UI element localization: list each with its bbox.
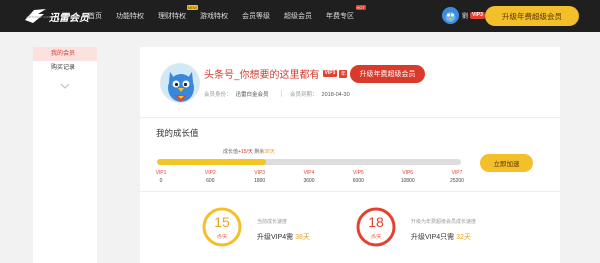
level-tick-label: VIP1 [155,170,167,176]
new-badge: NEW [186,5,198,10]
speed-up-button[interactable]: 立即加速 [480,154,533,172]
level-tick-label: VIP2 [204,170,216,176]
nav-features[interactable]: 功能特权 [116,11,144,21]
top-navigation-bar: 迅雷会员 VIP.XUNLEI.COM 首页 功能特权 理财特权 NEW 游戏特权… [0,0,600,32]
profile-upgrade-button[interactable]: 升级年费超级会员 [350,65,425,83]
growth-progress-fill [157,159,267,165]
info-divider [281,90,282,97]
upgrade-annual-super-button[interactable]: 升级年费超级会员 [485,6,579,26]
identity-label: 会员身份： [204,92,232,98]
growth-title: 我的成长值 [156,128,199,138]
profile-vip-badge: VIP3 [322,70,338,77]
profile-annual-badge: 年 [339,69,348,78]
annual-speed-unit: 点/天 [370,234,382,239]
sidebar-item-my-membership[interactable]: 我的会员 [33,47,97,61]
level-tick-value: 25200 [450,178,464,184]
logo-text: 迅雷会员 [49,12,89,24]
expiry-label: 会员到期： [290,92,318,98]
level-tick-value: 600 [206,178,215,184]
user-vip-indicator[interactable]: 劉 VIP3 [462,11,485,20]
current-speed-label: 当前成长速度 [257,219,288,225]
chevron-down-icon[interactable] [60,83,70,89]
level-tick-value: 1800 [254,178,266,184]
level-tick-label: VIP6 [402,170,414,176]
user-name-short: 劉 [462,14,469,20]
level-tick-label: VIP3 [254,170,266,176]
level-tick-value: 6000 [352,178,364,184]
current-speed-value: 15 [214,214,230,230]
sidebar-item-purchase-history[interactable]: 购买记录 [33,61,97,75]
level-tick-value: 3600 [303,178,315,184]
membership-identity: 会员身份： 迅雷白金会员 [204,90,269,98]
identity-value: 迅雷白金会员 [235,92,269,98]
user-avatar-small[interactable] [442,7,459,24]
divider [140,117,560,118]
user-avatar[interactable] [160,63,200,103]
logo-subtext: VIP.XUNLEI.COM [26,15,50,19]
current-speed-unit: 点/天 [216,234,228,239]
divider [140,191,560,192]
hot-badge: HOT [355,5,366,10]
level-tick-value: 10800 [400,178,415,184]
level-tick-value: 0 [159,178,163,184]
membership-expiry: 会员到期： 2018-04-30 [290,90,350,98]
nav-levels[interactable]: 会员等级 [242,11,270,21]
expiry-value: 2018-04-30 [321,92,350,98]
current-speed-upgrade-text: 升级VIP4需 38天 [257,234,310,241]
growth-progress-bar [157,159,461,165]
level-tick-label: VIP7 [451,170,463,176]
level-tick-label: VIP5 [352,170,364,176]
level-tick-label: VIP4 [303,170,315,176]
superman-bird-avatar-icon [161,64,199,102]
annual-speed-value: 18 [368,214,384,230]
vip-level-badge: VIP3 [470,12,485,19]
sidebar: 我的会员 购买记录 [33,47,97,263]
bird-avatar-icon [442,7,459,24]
nav-super-vip[interactable]: 超级会员 [284,11,312,21]
profile-username-row: 头条号_你想要的这里都有 VIP3 年 [204,66,348,81]
nav-games[interactable]: 游戏特权 [200,11,228,21]
nav-home[interactable]: 首页 [88,11,102,21]
nav-finance[interactable]: 理财特权 NEW [158,5,198,21]
profile-username: 头条号_你想要的这里都有 [204,70,320,81]
annual-speed-label: 升级为年费超级会员成长速度 [411,219,477,225]
nav-annual[interactable]: 年费专区 HOT [326,5,366,21]
annual-speed-upgrade-text: 升级VIP4只需 32天 [411,234,471,241]
growth-rate-text: 成长值+15/天 剩余38天 [223,149,275,155]
main-nav: 首页 功能特权 理财特权 NEW 游戏特权 会员等级 超级会员 年费专区 HOT [88,0,368,32]
